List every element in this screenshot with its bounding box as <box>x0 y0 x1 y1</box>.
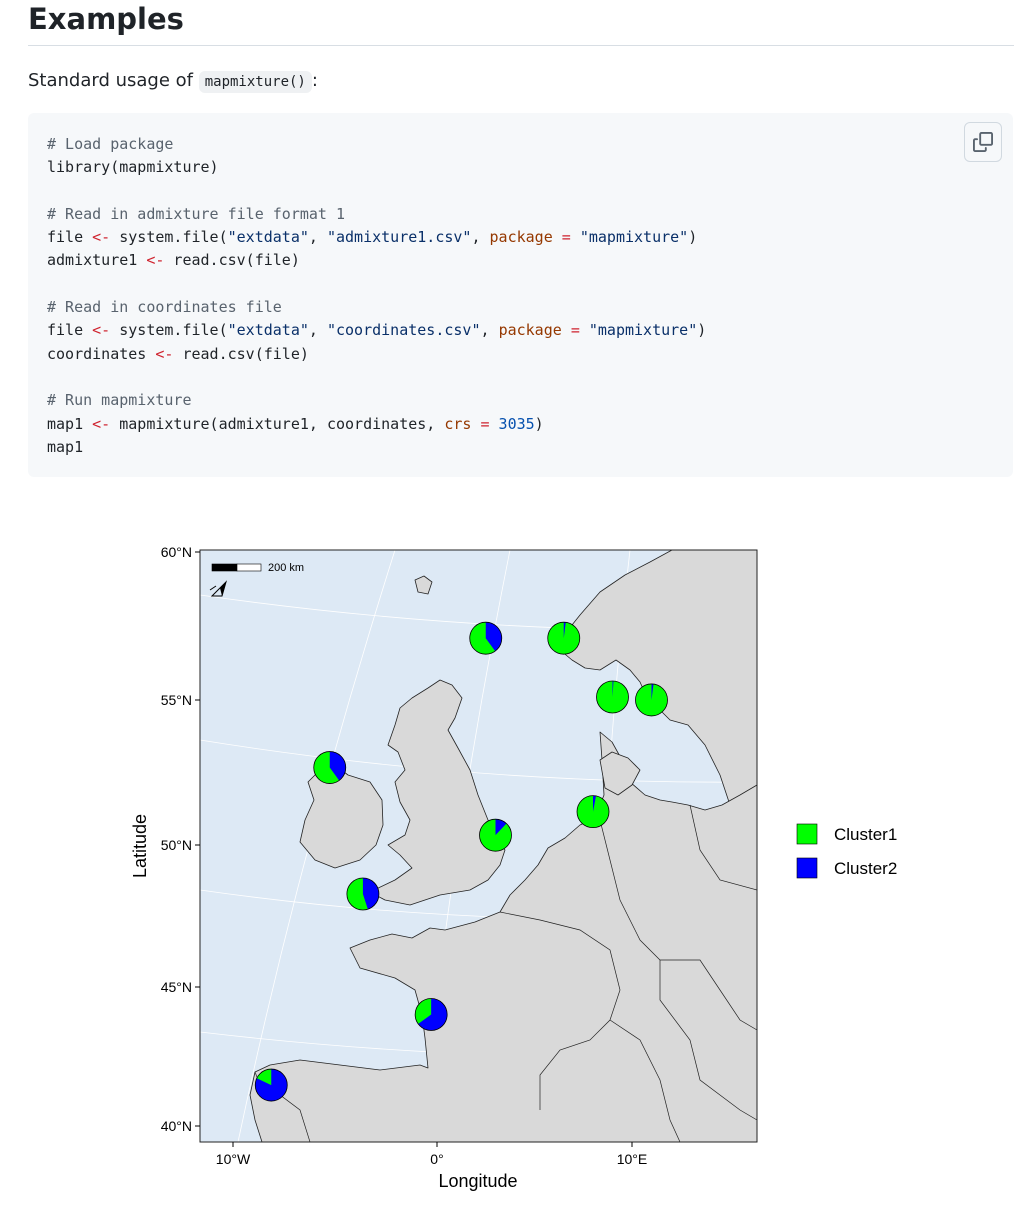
code-token: "extdata" <box>227 228 309 247</box>
code-token: map1 <box>47 414 93 433</box>
x-tick-label: 0° <box>430 1151 443 1167</box>
legend: Cluster1 Cluster2 <box>796 823 897 879</box>
code-token: , <box>308 228 327 247</box>
site-pie <box>254 1068 288 1102</box>
code-token: system.file( <box>110 321 228 340</box>
intro-suffix: : <box>311 70 318 91</box>
code-token: <- <box>92 228 111 247</box>
code-line: coordinates <- read.csv(file) <box>47 345 309 363</box>
code-token: # Load package <box>47 135 174 153</box>
code-token: system.file( <box>110 228 228 247</box>
x-tick-label: 10°W <box>216 1151 251 1167</box>
y-tick-label: 60°N <box>161 544 192 560</box>
legend-swatch <box>796 857 818 879</box>
code-line: file <- system.file("extdata", "coordina… <box>47 321 706 339</box>
legend-swatch <box>796 823 818 845</box>
site-pie <box>596 680 629 714</box>
section-heading: Examples <box>28 2 184 36</box>
legend-label: Cluster2 <box>834 859 897 878</box>
site-pie <box>479 818 512 852</box>
code-token: crs <box>444 414 472 433</box>
code-token: = <box>480 414 490 433</box>
y-tick-label: 50°N <box>161 837 192 853</box>
code-content[interactable]: # Load package library(mapmixture) # Rea… <box>47 133 706 459</box>
code-line: # Read in coordinates file <box>47 298 282 316</box>
intro-text: Standard usage of mapmixture(): <box>28 70 318 93</box>
code-token: admixture1 <box>47 251 147 270</box>
code-line: map1 <box>47 438 83 456</box>
code-block[interactable]: # Load package library(mapmixture) # Rea… <box>28 113 1013 477</box>
code-token: "mapmixture" <box>588 321 698 340</box>
copy-icon <box>973 132 993 152</box>
code-token: # Read in coordinates file <box>47 298 282 317</box>
code-line: # Run mapmixture <box>47 391 192 409</box>
code-token: 3035 <box>498 414 535 433</box>
x-tick-label: 10°E <box>617 1151 648 1167</box>
code-token: , <box>308 321 327 340</box>
site-pie <box>635 683 668 717</box>
code-token: file <box>47 228 93 247</box>
code-token: ) <box>534 414 544 433</box>
code-token: , <box>480 321 499 340</box>
code-token: read.csv(file) <box>164 251 300 270</box>
code-token: <- <box>92 414 111 433</box>
code-token: # Read in admixture file format 1 <box>47 204 346 223</box>
code-token: = <box>570 321 580 340</box>
site-pie <box>414 998 448 1031</box>
site-pie <box>576 795 610 829</box>
y-tick-label: 40°N <box>161 1118 192 1134</box>
code-line: library(mapmixture) <box>47 158 219 176</box>
y-axis-label: Latitude <box>130 814 150 878</box>
code-token: package <box>489 228 553 247</box>
legend-label: Cluster1 <box>834 825 897 844</box>
code-line: admixture1 <- read.csv(file) <box>47 251 300 269</box>
site-pie <box>469 621 503 655</box>
heading-divider <box>28 45 1014 46</box>
scale-bar-label: 200 km <box>268 562 304 574</box>
code-line: file <- system.file("extdata", "admixtur… <box>47 228 697 246</box>
map-figure: 200 km 60°N 55°N 50°N 45°N 40°N 10°W 0° 10°E Lo… <box>0 520 1024 1200</box>
code-token: = <box>561 228 571 247</box>
code-token: <- <box>146 251 165 270</box>
code-token: # Run mapmixture <box>47 391 192 410</box>
code-line: # Read in admixture file format 1 <box>47 205 345 223</box>
intro-prefix: Standard usage of <box>28 70 199 91</box>
x-axis-label: Longitude <box>438 1171 517 1191</box>
code-token: ) <box>688 228 698 247</box>
code-token: file <box>47 321 93 340</box>
admixture-map: 200 km 60°N 55°N 50°N 45°N 40°N 10°W 0° 10°E Lo… <box>130 544 897 1191</box>
site-pie <box>346 877 380 911</box>
code-token: , <box>471 228 490 247</box>
site-pie <box>313 751 347 784</box>
inline-code: mapmixture() <box>198 71 312 93</box>
code-token: <- <box>155 344 174 363</box>
code-token: mapmixture(admixture1, coordinates, <box>110 414 445 433</box>
copy-button[interactable] <box>964 122 1002 162</box>
code-token: ) <box>697 321 707 340</box>
code-token: coordinates <box>47 344 156 363</box>
code-token: <- <box>92 321 111 340</box>
y-tick-label: 45°N <box>161 979 192 995</box>
code-line: # Load package <box>47 135 173 153</box>
code-token: library(mapmixture) <box>47 158 219 177</box>
code-token: map1 <box>47 437 84 456</box>
code-token: "admixture1.csv" <box>326 228 472 247</box>
code-token: read.csv(file) <box>173 344 309 363</box>
code-line: map1 <- mapmixture(admixture1, coordinat… <box>47 415 544 433</box>
code-token: "coordinates.csv" <box>326 321 481 340</box>
code-token: package <box>498 321 562 340</box>
site-pie <box>547 621 581 655</box>
code-token: "mapmixture" <box>579 228 689 247</box>
y-tick-label: 55°N <box>161 692 192 708</box>
code-token: "extdata" <box>227 321 309 340</box>
